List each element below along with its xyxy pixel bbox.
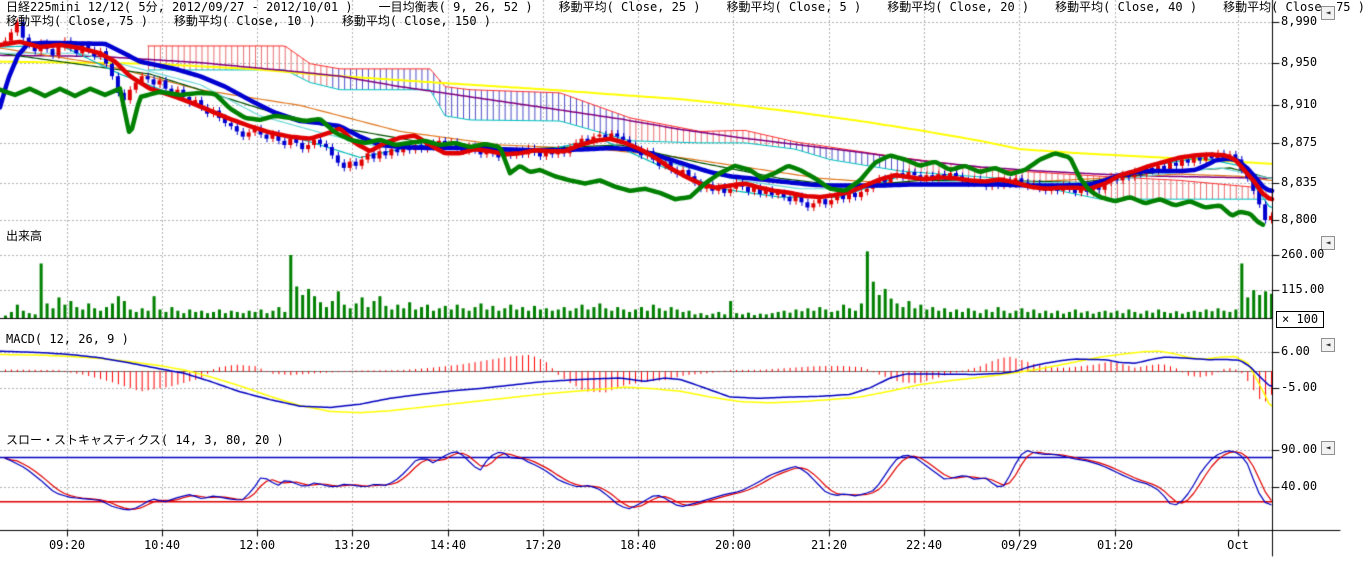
- legend-ma-150: 移動平均( Close, 150 ): [342, 15, 491, 28]
- volume-axis-label: 260.00: [1281, 248, 1324, 261]
- time-axis-label: 18:40: [610, 539, 666, 552]
- time-axis-label: 20:00: [705, 539, 761, 552]
- macd-panel-title: MACD( 12, 26, 9 ): [6, 333, 129, 346]
- legend-ma-5: 移動平均( Close, 5 ): [727, 1, 862, 14]
- price-axis-label: 8,875: [1281, 136, 1317, 149]
- chart-legend-line-2: 移動平均( Close, 75 ) 移動平均( Close, 10 ) 移動平均…: [6, 15, 491, 28]
- legend-ma-75b: 移動平均( Close, 75 ): [6, 15, 148, 28]
- time-axis-label: 12:00: [229, 539, 285, 552]
- volume-multiplier-badge: × 100: [1276, 311, 1324, 328]
- legend-ma-40: 移動平均( Close, 40 ): [1055, 1, 1197, 14]
- price-axis-label: 8,800: [1281, 213, 1317, 226]
- time-axis-label: 10:40: [134, 539, 190, 552]
- stoch-axis-label: 90.00: [1281, 443, 1317, 456]
- legend-ma-75: 移動平均( Close, 75 ): [1223, 1, 1365, 14]
- stoch-axis-label: 40.00: [1281, 480, 1317, 493]
- price-axis-label: 8,950: [1281, 56, 1317, 69]
- stoch-panel-scroll-button[interactable]: ◄: [1321, 441, 1335, 455]
- time-axis-label: 01:20: [1087, 539, 1143, 552]
- price-panel-scroll-button[interactable]: ◄: [1321, 6, 1335, 20]
- legend-ma-10: 移動平均( Close, 10 ): [174, 15, 316, 28]
- time-axis-label: 09:20: [39, 539, 95, 552]
- legend-ichimoku: 一目均衡表( 9, 26, 52 ): [379, 1, 533, 14]
- price-axis-label: 8,910: [1281, 98, 1317, 111]
- volume-axis-label: 115.00: [1281, 283, 1324, 296]
- time-axis-label: 17:20: [515, 539, 571, 552]
- chart-application-window: 日経225mini 12/12( 5分, 2012/09/27 - 2012/1…: [0, 0, 1368, 572]
- macd-axis-label: 6.00: [1281, 345, 1310, 358]
- price-axis-label: 8,990: [1281, 15, 1317, 28]
- time-axis-label: 21:20: [801, 539, 857, 552]
- macd-panel-scroll-button[interactable]: ◄: [1321, 338, 1335, 352]
- legend-ma-20: 移動平均( Close, 20 ): [887, 1, 1029, 14]
- stochastics-panel-title: スロー・ストキャスティクス( 14, 3, 80, 20 ): [6, 434, 284, 447]
- time-axis-label: 09/29: [991, 539, 1047, 552]
- macd-axis-label: -5.00: [1281, 381, 1317, 394]
- price-axis-label: 8,835: [1281, 176, 1317, 189]
- legend-instrument: 日経225mini 12/12( 5分, 2012/09/27 - 2012/1…: [6, 1, 353, 14]
- chart-canvas: [0, 0, 1368, 572]
- legend-ma-25: 移動平均( Close, 25 ): [559, 1, 701, 14]
- time-axis-label: Oct: [1210, 539, 1266, 552]
- time-axis-label: 13:20: [324, 539, 380, 552]
- time-axis-label: 14:40: [420, 539, 476, 552]
- chart-legend-line-1: 日経225mini 12/12( 5分, 2012/09/27 - 2012/1…: [6, 1, 1365, 14]
- time-axis-label: 22:40: [896, 539, 952, 552]
- volume-panel-title: 出来高: [6, 230, 42, 243]
